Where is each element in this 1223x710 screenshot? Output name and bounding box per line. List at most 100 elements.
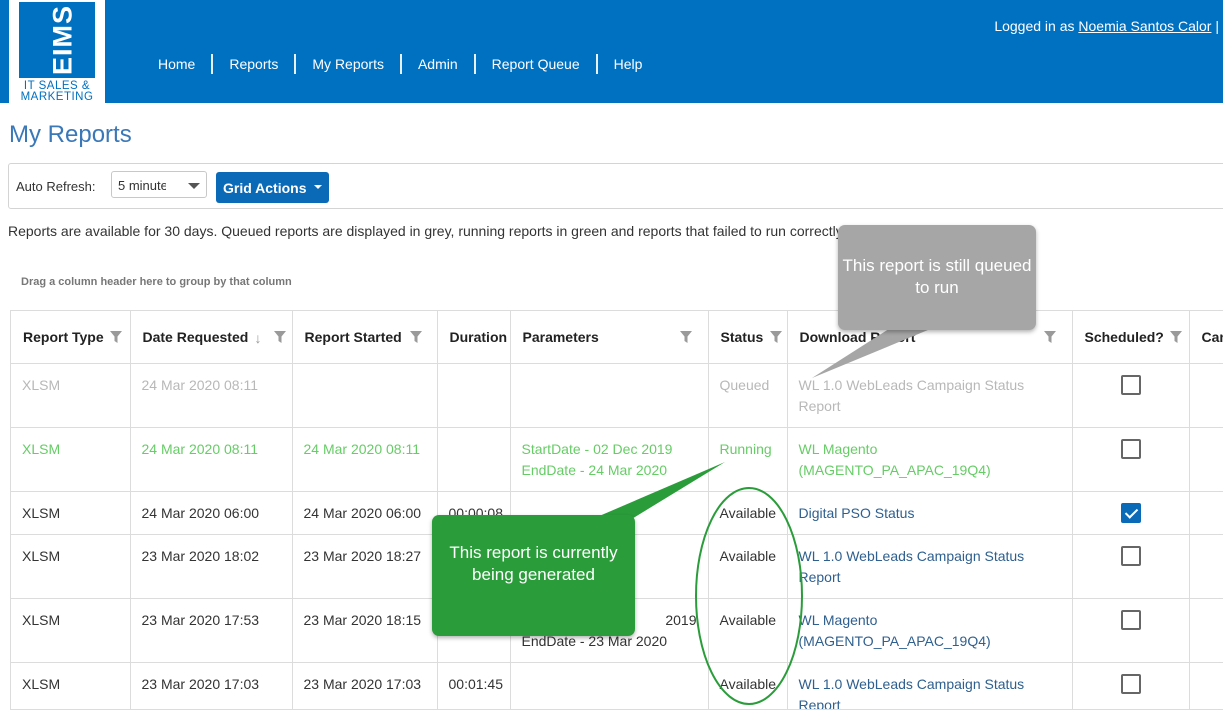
table-row[interactable]: XLSM 23 Mar 2020 17:03 23 Mar 2020 17:03…: [11, 662, 1223, 709]
cell-cancel: [1189, 534, 1223, 599]
cell-date-requested: 23 Mar 2020 17:53: [130, 598, 293, 663]
logo-box: EIMS: [17, 0, 97, 80]
filter-icon[interactable]: [769, 331, 782, 343]
filter-icon[interactable]: [409, 331, 422, 343]
cell-report-started: [292, 363, 438, 428]
cell-scheduled: [1072, 491, 1190, 535]
cell-duration: [437, 427, 511, 492]
cell-scheduled: [1072, 427, 1190, 492]
main-nav: Home Reports My Reports Admin Report Que…: [158, 54, 642, 74]
scheduled-checkbox[interactable]: [1120, 502, 1141, 523]
nav-admin[interactable]: Admin: [418, 56, 458, 72]
nav-separator: [399, 54, 402, 74]
group-by-hint: Drag a column header here to group by th…: [21, 276, 292, 288]
table-row[interactable]: XLSM 24 Mar 2020 08:11 Queued WL 1.0 Web…: [11, 363, 1223, 428]
cell-report-type: XLSM: [11, 662, 131, 709]
table-row[interactable]: XLSM 24 Mar 2020 08:11 24 Mar 2020 08:11…: [11, 427, 1223, 492]
nav-help[interactable]: Help: [614, 56, 643, 72]
info-text: Reports are available for 30 days. Queue…: [8, 223, 874, 239]
filter-icon[interactable]: [110, 331, 122, 343]
grid-toolbar: Auto Refresh: 5 minutes Grid Actions: [8, 163, 1223, 209]
nav-separator: [211, 54, 214, 74]
scheduled-checkbox[interactable]: [1120, 609, 1141, 630]
sort-down-icon[interactable]: ↓: [255, 330, 262, 346]
filter-icon[interactable]: [1169, 331, 1182, 343]
page-title: My Reports: [9, 121, 132, 148]
cell-report-type: XLSM: [11, 534, 131, 599]
filter-icon[interactable]: [1043, 331, 1056, 343]
dropdown-caret-icon: [313, 185, 322, 190]
cell-report-type: XLSM: [11, 598, 131, 663]
cell-status: Running: [708, 427, 788, 492]
cell-duration: 00:01:45: [437, 662, 511, 709]
running-callout: This report is currently being generated: [432, 515, 635, 636]
nav-my-reports[interactable]: My Reports: [312, 56, 384, 72]
nav-reports[interactable]: Reports: [229, 56, 278, 72]
cell-date-requested: 23 Mar 2020 17:03: [130, 662, 293, 709]
cell-cancel: [1189, 598, 1223, 663]
dropdown-caret-icon: [188, 183, 200, 189]
cell-scheduled: [1072, 534, 1190, 599]
cell-cancel: [1189, 427, 1223, 492]
scheduled-checkbox[interactable]: [1120, 438, 1141, 459]
download-report-link[interactable]: WL 1.0 WebLeads Campaign Status Report: [787, 534, 1073, 599]
cell-parameters: StartDate - 02 Dec 2019 EndDate - 24 Mar …: [510, 427, 709, 492]
col-report-type[interactable]: Report Type: [11, 311, 131, 364]
col-scheduled[interactable]: Scheduled?: [1072, 311, 1190, 364]
nav-separator: [595, 54, 598, 74]
col-date-requested[interactable]: Date Requested ↓: [130, 311, 293, 364]
login-user-link[interactable]: Noemia Santos Calor: [1078, 18, 1211, 34]
grid-actions-label: Grid Actions: [223, 180, 307, 196]
cell-date-requested: 24 Mar 2020 08:11: [130, 363, 293, 428]
cell-status: Queued: [708, 363, 788, 428]
logo-line2: MARKETING: [20, 91, 94, 103]
download-report-link[interactable]: WL 1.0 WebLeads Campaign Status Report: [787, 363, 1073, 428]
cell-scheduled: [1072, 662, 1190, 709]
cell-report-started: 23 Mar 2020 17:03: [292, 662, 438, 709]
col-cancel[interactable]: Can: [1189, 311, 1223, 364]
col-duration[interactable]: Duration: [437, 311, 511, 364]
scheduled-checkbox[interactable]: [1120, 673, 1141, 694]
col-parameters[interactable]: Parameters: [510, 311, 709, 364]
cell-report-type: XLSM: [11, 363, 131, 428]
cell-cancel: [1189, 491, 1223, 535]
filter-icon[interactable]: [273, 331, 286, 343]
download-report-link[interactable]: WL Magento (MAGENTO_PA_APAC_19Q4): [787, 598, 1073, 663]
cell-cancel: [1189, 363, 1223, 428]
grid-actions-button[interactable]: Grid Actions: [216, 172, 329, 203]
nav-home[interactable]: Home: [158, 56, 195, 72]
cell-status: Available: [708, 534, 788, 599]
cell-scheduled: [1072, 363, 1190, 428]
nav-report-queue[interactable]: Report Queue: [492, 56, 580, 72]
eims-logo[interactable]: EIMS IT SALES & MARKETING: [9, 0, 105, 103]
reports-grid: Report Type Date Requested ↓ Report Star…: [10, 310, 1223, 710]
auto-refresh-select[interactable]: 5 minutes: [111, 171, 207, 198]
logo-brand: EIMS: [47, 4, 78, 76]
cell-duration: [437, 363, 511, 428]
download-report-link[interactable]: Digital PSO Status: [787, 491, 1073, 535]
cell-date-requested: 24 Mar 2020 06:00: [130, 491, 293, 535]
cell-status: Available: [708, 598, 788, 663]
filter-icon[interactable]: [679, 331, 692, 343]
scheduled-checkbox[interactable]: [1120, 374, 1141, 395]
auto-refresh-label: Auto Refresh:: [16, 179, 96, 194]
login-info: Logged in as Noemia Santos Calor |: [994, 18, 1219, 34]
cell-date-requested: 23 Mar 2020 18:02: [130, 534, 293, 599]
download-report-link[interactable]: WL 1.0 WebLeads Campaign Status Report: [787, 662, 1073, 709]
col-status[interactable]: Status: [708, 311, 788, 364]
cell-date-requested: 24 Mar 2020 08:11: [130, 427, 293, 492]
queued-callout: This report is still queued to run: [838, 225, 1036, 330]
col-report-started[interactable]: Report Started: [292, 311, 438, 364]
cell-report-started: 23 Mar 2020 18:15: [292, 598, 438, 663]
login-prefix: Logged in as: [994, 18, 1075, 34]
cell-report-started: 24 Mar 2020 06:00: [292, 491, 438, 535]
cell-scheduled: [1072, 598, 1190, 663]
scheduled-checkbox[interactable]: [1120, 545, 1141, 566]
nav-separator: [294, 54, 297, 74]
cell-report-started: 24 Mar 2020 08:11: [292, 427, 438, 492]
cell-cancel: [1189, 662, 1223, 709]
download-report-link[interactable]: WL Magento (MAGENTO_PA_APAC_19Q4): [787, 427, 1073, 492]
top-header: EIMS IT SALES & MARKETING Home Reports M…: [0, 0, 1223, 103]
cell-status: Available: [708, 662, 788, 709]
cell-report-type: XLSM: [11, 427, 131, 492]
